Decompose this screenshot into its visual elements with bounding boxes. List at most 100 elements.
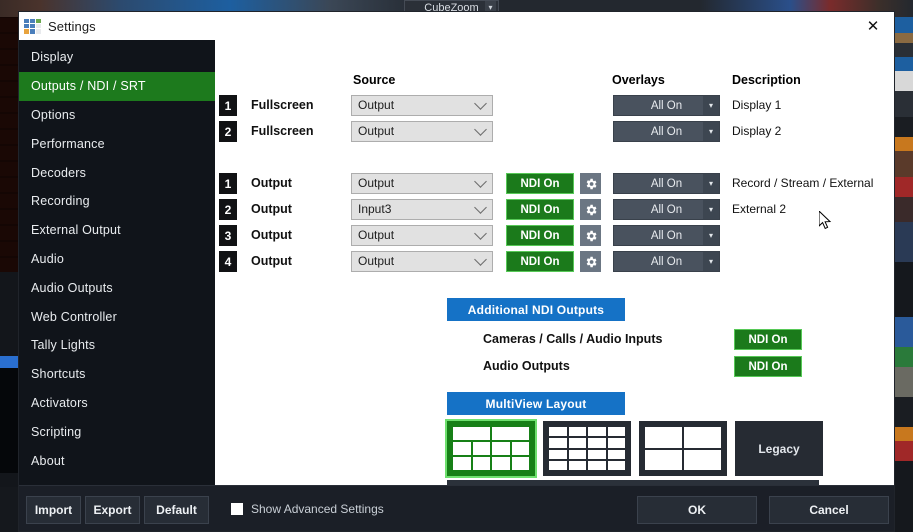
sidebar-item-options[interactable]: Options [19,101,215,130]
source-dropdown[interactable]: Output [351,173,493,194]
sidebar-item-outputs-ndi-srt[interactable]: Outputs / NDI / SRT [19,72,215,101]
layout-preview [645,427,721,470]
source-dropdown[interactable]: Output [351,95,493,116]
layout-legacy[interactable]: Legacy [735,421,823,476]
sidebar-item-shortcuts[interactable]: Shortcuts [19,360,215,389]
sidebar-item-scripting[interactable]: Scripting [19,417,215,446]
overlays-dropdown[interactable]: All On▾ [613,121,720,142]
overlays-arrow-icon[interactable]: ▾ [703,122,719,141]
row-description: External 2 [732,202,786,216]
default-button[interactable]: Default [144,496,209,524]
cancel-button[interactable]: Cancel [769,496,889,524]
additional-ndi-toggle-button[interactable]: NDI On [734,329,802,350]
sidebar-item-label: Audio [31,252,64,266]
overlays-arrow-icon[interactable]: ▾ [703,226,719,245]
additional-ndi-outputs-button[interactable]: Additional NDI Outputs [447,298,625,321]
chevron-down-icon[interactable] [474,253,487,266]
overlays-arrow-icon[interactable]: ▾ [703,252,719,271]
sidebar-item-audio-outputs[interactable]: Audio Outputs [19,273,215,302]
overlays-dropdown[interactable]: All On▾ [613,173,720,194]
layout-cell [492,427,529,440]
sidebar-item-tally-lights[interactable]: Tally Lights [19,331,215,360]
layout-cell [569,438,587,447]
sidebar-item-recording[interactable]: Recording [19,187,215,216]
output-row: 2FullscreenOutputAll On▾Display 2 [215,121,894,143]
layout-cell [645,450,682,471]
ndi-toggle-button[interactable]: NDI On [506,173,574,194]
gear-icon[interactable] [580,173,601,194]
chevron-down-icon[interactable] [474,175,487,188]
additional-ndi-toggle-button[interactable]: NDI On [734,356,802,377]
layout-cell [492,457,510,470]
row-number-badge: 4 [219,251,237,272]
source-dropdown[interactable]: Output [351,121,493,142]
overlays-arrow-icon[interactable]: ▾ [703,96,719,115]
chevron-down-icon[interactable] [474,97,487,110]
output-row: 3OutputOutputNDI OnAll On▾ [215,225,894,247]
sidebar-item-label: Performance [31,137,105,151]
import-button[interactable]: Import [26,496,81,524]
sidebar-item-label: Options [31,108,75,122]
layout-row [453,427,529,440]
chevron-down-icon[interactable] [474,227,487,240]
row-label: Output [251,228,292,242]
sidebar-item-display[interactable]: Display [19,43,215,72]
layout-quad[interactable] [639,421,727,476]
layout-2-plus-8[interactable] [447,421,535,476]
multiview-layout-button[interactable]: MultiView Layout [447,392,625,415]
show-advanced-settings-checkbox[interactable]: Show Advanced Settings [231,502,384,516]
sidebar-item-about[interactable]: About [19,446,215,475]
row-number-badge: 2 [219,121,237,142]
overlays-dropdown[interactable]: All On▾ [613,225,720,246]
layout-cell [549,427,567,436]
checkbox-box[interactable] [231,503,243,515]
sidebar-item-external-output[interactable]: External Output [19,216,215,245]
overlays-arrow-icon[interactable]: ▾ [703,200,719,219]
row-label: Output [251,202,292,216]
overlays-dropdown[interactable]: All On▾ [613,251,720,272]
layout-cell [492,442,510,455]
column-header-description: Description [732,73,801,87]
gear-icon[interactable] [580,225,601,246]
chevron-down-icon[interactable] [474,123,487,136]
checkbox-label: Show Advanced Settings [251,502,384,516]
overlays-dropdown[interactable]: All On ▾ [613,95,720,116]
source-dropdown[interactable]: Input3 [351,199,493,220]
sidebar-item-label: Shortcuts [31,367,86,381]
export-button[interactable]: Export [85,496,140,524]
layout-cell [453,442,471,455]
app-icon-cell-5 [36,24,41,28]
sidebar-item-web-controller[interactable]: Web Controller [19,302,215,331]
gear-icon[interactable] [580,251,601,272]
sidebar-item-label: External Output [31,223,121,237]
ndi-toggle-button[interactable]: NDI On [506,225,574,246]
overlays-dropdown-value: All On [651,100,682,112]
ok-button[interactable]: OK [637,496,757,524]
chevron-down-icon[interactable] [474,201,487,214]
sidebar-item-performance[interactable]: Performance [19,129,215,158]
sidebar-item-label: Scripting [31,425,81,439]
row-label: Output [251,254,292,268]
app-icon-cell-1 [30,19,35,23]
sidebar-item-audio[interactable]: Audio [19,245,215,274]
gear-icon[interactable] [580,199,601,220]
layout-cell [569,427,587,436]
layout-cell [512,457,530,470]
sidebar-item-activators[interactable]: Activators [19,389,215,418]
ndi-toggle-button[interactable]: NDI On [506,251,574,272]
source-dropdown[interactable]: Output [351,225,493,246]
overlays-arrow-icon[interactable]: ▾ [703,174,719,193]
sidebar-item-decoders[interactable]: Decoders [19,158,215,187]
source-dropdown[interactable]: Output [351,251,493,272]
layout-grid-16[interactable] [543,421,631,476]
ndi-toggle-button[interactable]: NDI On [506,199,574,220]
overlays-dropdown[interactable]: All On▾ [613,199,720,220]
app-icon-cell-4 [30,24,35,28]
settings-dialog: Settings ✕ DisplayOutputs / NDI / SRTOpt… [18,11,895,532]
app-icon-cell-7 [30,29,35,33]
layout-cell [684,450,721,471]
output-row: 1FullscreenOutputAll On▾Display 1 [215,95,894,117]
sidebar-item-label: Display [31,50,73,64]
layout-cell [549,461,567,470]
close-icon[interactable]: ✕ [852,12,894,40]
